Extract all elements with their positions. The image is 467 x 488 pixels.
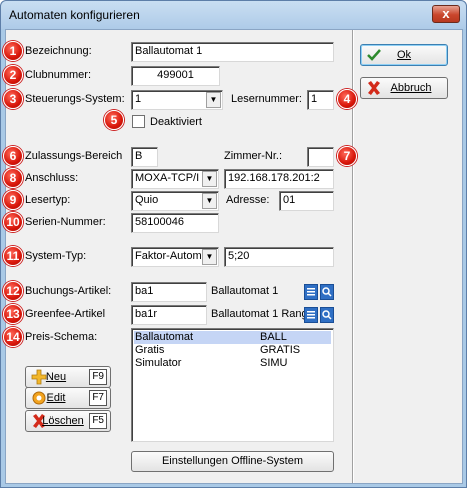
buchungs-artikel-name: Ballautomat 1 — [211, 285, 279, 297]
badge-3: 3 — [3, 89, 23, 109]
dialog-window: Automaten konfigurieren x 1 Bezeichnung:… — [0, 0, 467, 488]
preis-schema-list[interactable]: Ballautomat BALL Gratis GRATIS Simulator… — [131, 328, 334, 442]
label-zimmer-nr: Zimmer-Nr.: — [224, 150, 283, 162]
close-button[interactable]: x — [432, 5, 460, 23]
einstellungen-label: Einstellungen Offline-System — [161, 455, 304, 467]
list-item[interactable]: Simulator SIMU — [134, 357, 331, 370]
list-item-code: SIMU — [260, 357, 288, 369]
list-item-name: Ballautomat — [135, 331, 194, 343]
label-anschluss: Anschluss: — [25, 172, 79, 184]
search-icon[interactable] — [320, 284, 334, 300]
lesertyp-select[interactable]: Quio ▼ — [131, 191, 219, 211]
ok-button[interactable]: Ok — [360, 44, 448, 66]
steuerungs-system-select[interactable]: 1 ▼ — [131, 90, 223, 110]
label-greenfee-artikel: Greenfee-Artikel — [25, 308, 106, 320]
label-buchungs-artikel: Buchungs-Artikel: — [25, 285, 112, 297]
list-item-name: Gratis — [135, 344, 165, 356]
neu-label: Neu — [45, 371, 67, 383]
chevron-down-icon[interactable]: ▼ — [202, 171, 217, 187]
list-item-code: BALL — [260, 331, 287, 343]
label-clubnummer: Clubnummer: — [25, 69, 92, 81]
anschluss-value: MOXA-TCP/I — [135, 172, 200, 184]
list-item[interactable]: Ballautomat BALL — [134, 331, 331, 344]
search-icon[interactable] — [320, 307, 334, 323]
serien-nummer-field[interactable]: 58100046 — [131, 213, 219, 233]
label-preis-schema: Preis-Schema: — [25, 331, 98, 343]
badge-12: 12 — [3, 281, 23, 301]
greenfee-artikel-name: Ballautomat 1 Range — [211, 308, 304, 320]
buchungs-artikel-code-field[interactable]: ba1 — [131, 282, 207, 302]
edit-label: Edit — [46, 392, 66, 404]
greenfee-artikel-code-field[interactable]: ba1r — [131, 305, 207, 325]
label-system-typ: System-Typ: — [25, 250, 87, 262]
list-item-code: GRATIS — [260, 344, 301, 356]
chevron-down-icon[interactable]: ▼ — [202, 193, 217, 209]
ip-address-field[interactable]: 192.168.178.201:2 — [224, 169, 334, 189]
zulassungs-bereich-field[interactable]: B — [131, 147, 158, 167]
badge-6: 6 — [3, 146, 23, 166]
list-icon[interactable] — [304, 284, 318, 300]
loeschen-shortcut: F5 — [89, 413, 107, 429]
label-lesernummer: Lesernummer: — [231, 93, 302, 105]
abbruch-button[interactable]: Abbruch — [360, 77, 448, 99]
neu-shortcut: F9 — [89, 369, 107, 385]
badge-7: 7 — [337, 146, 357, 166]
loeschen-label: Löschen — [42, 415, 84, 427]
list-item[interactable]: Gratis GRATIS — [134, 344, 331, 357]
neu-button[interactable]: Neu F9 — [25, 366, 111, 388]
badge-8: 8 — [3, 168, 23, 188]
clubnummer-field[interactable]: 499001 — [131, 66, 220, 86]
adresse-field[interactable]: 01 — [279, 191, 334, 211]
system-typ-select[interactable]: Faktor-Autom ▼ — [131, 247, 219, 267]
lesertyp-value: Quio — [135, 194, 159, 206]
abbruch-label: Abbruch — [390, 82, 432, 94]
chevron-down-icon[interactable]: ▼ — [206, 92, 221, 108]
window-title: Automaten konfigurieren — [9, 8, 140, 22]
dialog-client-area: 1 Bezeichnung: Ballautomat 1 2 Clubnumme… — [3, 29, 463, 484]
badge-1: 1 — [3, 41, 23, 61]
badge-2: 2 — [3, 65, 23, 85]
ok-label: Ok — [396, 49, 412, 61]
list-item-name: Simulator — [135, 357, 182, 369]
label-zulassungs-bereich: Zulassungs-Bereich — [25, 150, 123, 162]
label-serien-nummer: Serien-Nummer: — [25, 216, 106, 228]
label-adresse: Adresse: — [226, 194, 270, 206]
chevron-down-icon[interactable]: ▼ — [202, 249, 217, 265]
label-deaktiviert: Deaktiviert — [150, 116, 202, 128]
list-icon[interactable] — [304, 307, 318, 323]
label-bezeichnung: Bezeichnung: — [25, 45, 92, 57]
badge-11: 11 — [3, 246, 23, 266]
anschluss-select[interactable]: MOXA-TCP/I ▼ — [131, 169, 219, 189]
label-lesertyp: Lesertyp: — [25, 194, 71, 206]
edit-shortcut: F7 — [89, 390, 107, 406]
deaktiviert-checkbox[interactable] — [132, 115, 145, 128]
edit-button[interactable]: Edit F7 — [25, 387, 111, 409]
badge-13: 13 — [3, 304, 23, 324]
einstellungen-offline-system-button[interactable]: Einstellungen Offline-System — [131, 451, 334, 472]
zimmer-nr-field[interactable] — [307, 147, 334, 167]
title-bar[interactable]: Automaten konfigurieren x — [1, 1, 466, 29]
steuerungs-system-value: 1 — [135, 93, 142, 105]
loeschen-button[interactable]: Löschen F5 — [25, 410, 111, 432]
badge-10: 10 — [3, 212, 23, 232]
badge-9: 9 — [3, 190, 23, 210]
system-typ-value: Faktor-Autom — [135, 250, 202, 262]
label-steuerungs-system: Steuerungs-System: — [25, 93, 125, 105]
badge-5: 5 — [104, 110, 124, 130]
bezeichnung-field[interactable]: Ballautomat 1 — [131, 42, 334, 62]
system-typ-param-field[interactable]: 5;20 — [224, 247, 334, 267]
badge-14: 14 — [3, 327, 23, 347]
lesernummer-field[interactable]: 1 — [307, 90, 334, 110]
badge-4: 4 — [337, 89, 357, 109]
